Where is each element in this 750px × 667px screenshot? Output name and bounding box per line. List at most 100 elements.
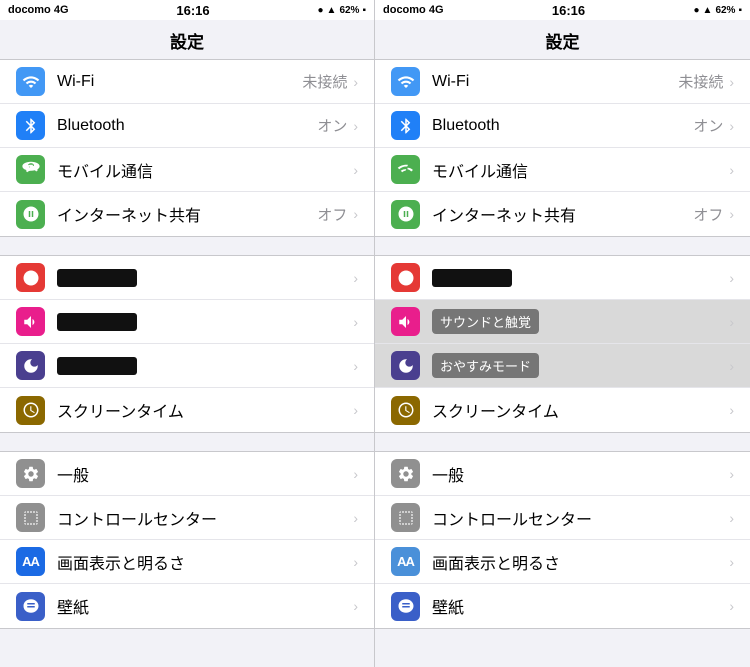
page-title-left: 設定	[0, 20, 374, 59]
wifi-value-left: 未接続	[302, 71, 347, 92]
section-network-left: Wi-Fi 未接続 › Bluetooth オン › モバイル通信 › インター…	[0, 59, 374, 237]
sound-icon-left	[16, 307, 45, 336]
row-general-right[interactable]: 一般 ›	[375, 452, 750, 496]
hotspot-label-right: インターネット共有	[432, 202, 693, 226]
wifi-label-right: Wi-Fi	[432, 73, 678, 91]
row-bluetooth-right[interactable]: Bluetooth オン ›	[375, 104, 750, 148]
display-icon-right: AA	[391, 547, 420, 576]
mobile-label-right: モバイル通信	[432, 158, 727, 182]
wifi-icon: ▲	[327, 5, 337, 16]
carrier-right: docomo 4G	[383, 4, 444, 16]
gap2-right	[375, 433, 750, 451]
row-mobile-right[interactable]: モバイル通信 ›	[375, 148, 750, 192]
carrier-left: docomo 4G	[8, 4, 69, 16]
sound-label-left	[57, 313, 351, 331]
wallpaper-chevron-right: ›	[729, 598, 734, 614]
page-title-right: 設定	[375, 20, 750, 59]
display-label-right: 画面表示と明るさ	[432, 550, 727, 574]
battery-icon-left: ▪	[362, 5, 366, 16]
sound-label-right: サウンドと触覚	[432, 309, 727, 334]
row-display-right[interactable]: AA 画面表示と明るさ ›	[375, 540, 750, 584]
battery-percent-left: 62%	[339, 5, 359, 16]
dnd-icon-right	[391, 351, 420, 380]
mobile-label-left: モバイル通信	[57, 158, 351, 182]
gap1-right	[375, 237, 750, 255]
status-bar-left: docomo 4G 16:16 ● ▲ 62% ▪	[0, 0, 374, 20]
row-display-left[interactable]: AA 画面表示と明るさ ›	[0, 540, 374, 584]
hotspot-icon-left	[16, 200, 45, 229]
row-general-left[interactable]: 一般 ›	[0, 452, 374, 496]
screentime-icon-right	[391, 396, 420, 425]
controlcenter-label-left: コントロールセンター	[57, 506, 351, 530]
mobile-icon-right	[391, 155, 420, 184]
controlcenter-icon-right	[391, 503, 420, 532]
dnd-chevron-right: ›	[729, 358, 734, 374]
wallpaper-icon-right	[391, 592, 420, 621]
section-network-right: Wi-Fi 未接続 › Bluetooth オン › モバイル通信 › インター…	[375, 59, 750, 237]
signal-icon: ●	[317, 5, 323, 16]
row-notif-right[interactable]: ›	[375, 256, 750, 300]
general-label-left: 一般	[57, 462, 351, 486]
mobile-chevron-left: ›	[353, 162, 358, 178]
section-control-right: › サウンドと触覚 › おやすみモード › スクリーンタイム ›	[375, 255, 750, 433]
row-screentime-left[interactable]: スクリーンタイム ›	[0, 388, 374, 432]
wallpaper-label-left: 壁紙	[57, 594, 351, 618]
controlcenter-chevron-left: ›	[353, 510, 358, 526]
screentime-chevron-right: ›	[729, 402, 734, 418]
sound-tooltip: サウンドと触覚	[432, 309, 539, 334]
notif-chevron-right: ›	[729, 270, 734, 286]
bluetooth-label-left: Bluetooth	[57, 117, 317, 135]
bluetooth-chevron-right: ›	[729, 118, 734, 134]
row-notif-left[interactable]: ›	[0, 256, 374, 300]
row-hotspot-left[interactable]: インターネット共有 オフ ›	[0, 192, 374, 236]
row-controlcenter-right[interactable]: コントロールセンター ›	[375, 496, 750, 540]
display-icon-left: AA	[16, 547, 45, 576]
battery-percent-right: 62%	[715, 5, 735, 16]
wifi-icon-right	[391, 67, 420, 96]
controlcenter-icon-left	[16, 503, 45, 532]
sound-chevron-right: ›	[729, 314, 734, 330]
wifi-icon-right: ▲	[703, 5, 713, 16]
status-icons-left: ● ▲ 62% ▪	[317, 5, 366, 16]
hotspot-value-left: オフ	[317, 204, 347, 225]
general-chevron-right: ›	[729, 466, 734, 482]
bluetooth-icon-left	[16, 111, 45, 140]
gap2-left	[0, 433, 374, 451]
wallpaper-label-right: 壁紙	[432, 594, 727, 618]
notif-label-right	[432, 269, 727, 287]
time-right: 16:16	[552, 3, 585, 18]
row-controlcenter-left[interactable]: コントロールセンター ›	[0, 496, 374, 540]
row-wifi-right[interactable]: Wi-Fi 未接続 ›	[375, 60, 750, 104]
row-screentime-right[interactable]: スクリーンタイム ›	[375, 388, 750, 432]
display-label-left: 画面表示と明るさ	[57, 550, 351, 574]
row-dnd-left[interactable]: ›	[0, 344, 374, 388]
row-sound-right[interactable]: サウンドと触覚 ›	[375, 300, 750, 344]
dnd-tooltip: おやすみモード	[432, 353, 539, 378]
screentime-chevron-left: ›	[353, 402, 358, 418]
row-mobile-left[interactable]: モバイル通信 ›	[0, 148, 374, 192]
hotspot-value-right: オフ	[693, 204, 723, 225]
gap1-left	[0, 237, 374, 255]
section-prefs-right: 一般 › コントロールセンター › AA 画面表示と明るさ › 壁紙 ›	[375, 451, 750, 629]
general-icon-right	[391, 459, 420, 488]
screentime-icon-left	[16, 396, 45, 425]
row-wifi-left[interactable]: Wi-Fi 未接続 ›	[0, 60, 374, 104]
controlcenter-chevron-right: ›	[729, 510, 734, 526]
display-chevron-right: ›	[729, 554, 734, 570]
row-wallpaper-left[interactable]: 壁紙 ›	[0, 584, 374, 628]
row-dnd-right[interactable]: おやすみモード ›	[375, 344, 750, 388]
notif-icon-left	[16, 263, 45, 292]
wallpaper-icon-left	[16, 592, 45, 621]
left-panel: docomo 4G 16:16 ● ▲ 62% ▪ 設定 Wi-Fi 未接続 ›…	[0, 0, 375, 667]
controlcenter-label-right: コントロールセンター	[432, 506, 727, 530]
row-sound-left[interactable]: ›	[0, 300, 374, 344]
row-bluetooth-left[interactable]: Bluetooth オン ›	[0, 104, 374, 148]
right-panel: docomo 4G 16:16 ● ▲ 62% ▪ 設定 Wi-Fi 未接続 ›…	[375, 0, 750, 667]
dnd-chevron-left: ›	[353, 358, 358, 374]
row-wallpaper-right[interactable]: 壁紙 ›	[375, 584, 750, 628]
signal-icon-right: ●	[693, 5, 699, 16]
row-hotspot-right[interactable]: インターネット共有 オフ ›	[375, 192, 750, 236]
battery-icon-right: ▪	[738, 5, 742, 16]
general-chevron-left: ›	[353, 466, 358, 482]
sound-icon-right	[391, 307, 420, 336]
